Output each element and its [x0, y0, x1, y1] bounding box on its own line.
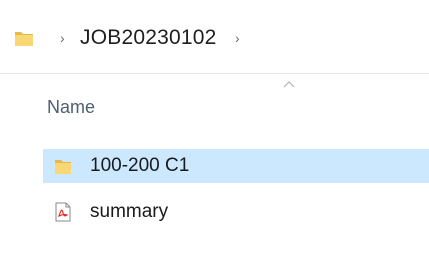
folder-icon — [55, 160, 71, 174]
folder-icon — [15, 32, 33, 46]
header-divider — [0, 73, 429, 74]
column-header-name[interactable]: Name — [47, 97, 95, 117]
breadcrumb-current-folder[interactable]: JOB20230102 — [80, 26, 216, 50]
breadcrumb-separator[interactable]: › — [60, 31, 65, 45]
list-item-file[interactable]: summary — [43, 195, 429, 229]
breadcrumb-chevron[interactable]: › — [235, 31, 240, 45]
list-item-folder[interactable]: 100-200 C1 — [43, 149, 429, 183]
pdf-file-icon — [55, 202, 71, 222]
file-explorer-window: › JOB20230102 › Name 100-200 C1 summary — [0, 0, 429, 266]
sort-up-icon — [283, 81, 295, 88]
list-item-label: 100-200 C1 — [90, 155, 190, 176]
address-bar[interactable]: › JOB20230102 › — [0, 0, 429, 74]
list-item-label: summary — [90, 201, 169, 222]
